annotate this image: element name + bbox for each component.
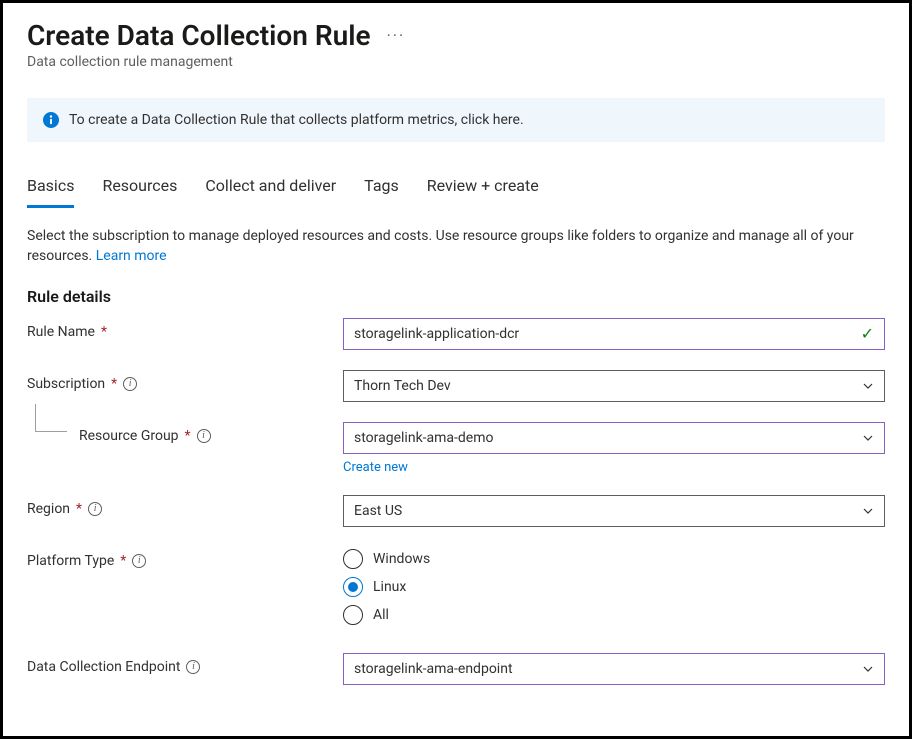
subscription-select[interactable]: Thorn Tech Dev [343, 370, 885, 402]
more-actions-button[interactable]: ··· [387, 26, 406, 45]
chevron-down-icon [862, 380, 874, 392]
endpoint-label: Data Collection Endpoint [27, 659, 180, 675]
chevron-down-icon [862, 505, 874, 517]
resource-group-value: storagelink-ama-demo [354, 430, 494, 446]
info-banner[interactable]: To create a Data Collection Rule that co… [27, 98, 885, 142]
section-title-rule-details: Rule details [27, 287, 885, 306]
required-indicator: * [101, 324, 107, 340]
required-indicator: * [185, 428, 191, 444]
radio-windows[interactable]: Windows [343, 549, 885, 569]
tab-basics[interactable]: Basics [27, 170, 74, 208]
learn-more-link[interactable]: Learn more [96, 248, 167, 264]
region-value: East US [354, 503, 402, 519]
page-title: Create Data Collection Rule [27, 19, 371, 52]
radio-linux[interactable]: Linux [343, 577, 885, 597]
chevron-down-icon [862, 432, 874, 444]
region-label: Region [27, 501, 70, 517]
tab-tags[interactable]: Tags [364, 170, 399, 208]
radio-dot-icon [348, 582, 358, 592]
region-select[interactable]: East US [343, 495, 885, 527]
tab-description: Select the subscription to manage deploy… [27, 226, 885, 267]
rule-name-value: storagelink-application-dcr [354, 326, 519, 342]
required-indicator: * [120, 553, 126, 569]
create-new-link[interactable]: Create new [343, 460, 408, 475]
rule-name-label: Rule Name [27, 324, 95, 340]
endpoint-value: storagelink-ama-endpoint [354, 661, 513, 677]
required-indicator: * [76, 501, 82, 517]
resource-group-select[interactable]: storagelink-ama-demo [343, 422, 885, 454]
tab-resources[interactable]: Resources [102, 170, 177, 208]
tabs-bar: Basics Resources Collect and deliver Tag… [27, 170, 885, 208]
endpoint-select[interactable]: storagelink-ama-endpoint [343, 653, 885, 685]
radio-label-all: All [373, 607, 389, 623]
platform-type-radio-group: Windows Linux All [343, 547, 885, 625]
subscription-value: Thorn Tech Dev [354, 378, 451, 394]
info-banner-text: To create a Data Collection Rule that co… [69, 112, 524, 128]
nesting-indicator [35, 404, 67, 432]
resource-group-label: Resource Group [79, 428, 179, 444]
info-tooltip-icon[interactable]: i [88, 502, 102, 516]
info-tooltip-icon[interactable]: i [186, 660, 200, 674]
radio-circle-icon [343, 549, 363, 569]
radio-label-linux: Linux [373, 579, 406, 595]
info-tooltip-icon[interactable]: i [132, 554, 146, 568]
subscription-label: Subscription [27, 376, 105, 392]
info-tooltip-icon[interactable]: i [123, 377, 137, 391]
platform-type-label: Platform Type [27, 553, 114, 569]
info-tooltip-icon[interactable]: i [197, 429, 211, 443]
chevron-down-icon [862, 663, 874, 675]
radio-circle-icon [343, 577, 363, 597]
radio-label-windows: Windows [373, 551, 430, 567]
checkmark-icon: ✓ [861, 324, 874, 343]
rule-name-input[interactable]: storagelink-application-dcr ✓ [343, 318, 885, 350]
radio-circle-icon [343, 605, 363, 625]
tab-review-create[interactable]: Review + create [427, 170, 539, 208]
tab-collect-deliver[interactable]: Collect and deliver [205, 170, 336, 208]
required-indicator: * [111, 376, 117, 392]
info-icon [43, 112, 59, 128]
page-subtitle: Data collection rule management [27, 54, 885, 70]
radio-all[interactable]: All [343, 605, 885, 625]
